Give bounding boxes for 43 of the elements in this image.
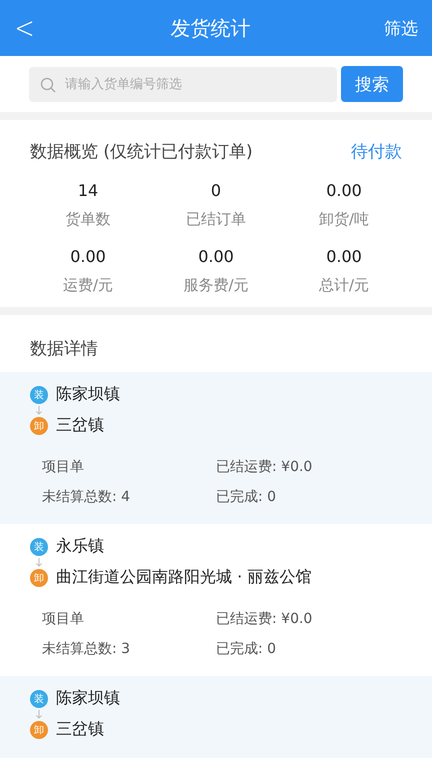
down-arrow-icon — [36, 710, 42, 718]
down-arrow-icon — [36, 558, 42, 566]
unpaid-link[interactable]: 待付款 — [351, 140, 402, 163]
stat-value: 0.00 — [70, 247, 106, 266]
unload-badge: 卸 — [30, 416, 48, 434]
stat-label: 运费/元 — [62, 276, 114, 295]
unload-badge: 卸 — [30, 720, 48, 738]
stat-value: 0 — [210, 181, 222, 200]
search-field[interactable]: 请输入货单编号筛选 — [29, 66, 337, 102]
record-field: 项目单 — [42, 610, 216, 628]
place-name: 陈家坝镇 — [56, 384, 120, 405]
stat-label: 货单数 — [66, 210, 110, 229]
stat-label: 服务费/元 — [183, 276, 249, 295]
record-field: 未结算总数: 3 — [42, 640, 216, 658]
record-field: 项目单 — [42, 458, 216, 476]
down-arrow-icon — [36, 406, 42, 414]
search-button[interactable]: 搜索 — [341, 66, 403, 102]
back-button[interactable]: < — [14, 10, 35, 46]
stat-value: 0.00 — [198, 247, 234, 266]
place-name: 三岔镇 — [56, 719, 104, 740]
stat-label: 总计/元 — [318, 276, 370, 295]
record-field: 已完成: 0 — [216, 640, 402, 658]
stat-label: 卸货/吨 — [318, 210, 370, 229]
unload-badge: 卸 — [30, 568, 48, 586]
record-field: 已结运费: ¥0.0 — [216, 458, 402, 476]
stat-label: 已结订单 — [186, 210, 246, 229]
load-badge: 装 — [30, 690, 48, 708]
record-field: 已结运费: ¥0.0 — [216, 610, 402, 628]
place-name: 陈家坝镇 — [56, 688, 120, 709]
place-name: 曲江街道公园南路阳光城 · 丽兹公馆 — [56, 567, 312, 588]
place-name: 三岔镇 — [56, 415, 104, 436]
load-badge: 装 — [30, 538, 48, 556]
page-title: 发货统计 — [170, 14, 251, 42]
stat-value: 14 — [78, 181, 98, 200]
stat-value: 0.00 — [326, 247, 362, 266]
record-field: 未结算总数: 4 — [42, 488, 216, 506]
place-name: 永乐镇 — [56, 536, 104, 557]
load-badge: 装 — [30, 386, 48, 404]
stat-value: 0.00 — [326, 181, 362, 200]
section-title: 数据概览 (仅统计已付款订单) — [30, 141, 253, 163]
record-field: 已完成: 0 — [216, 488, 402, 506]
section-title: 数据详情 — [29, 338, 99, 361]
filter-button[interactable]: 筛选 — [384, 16, 418, 40]
